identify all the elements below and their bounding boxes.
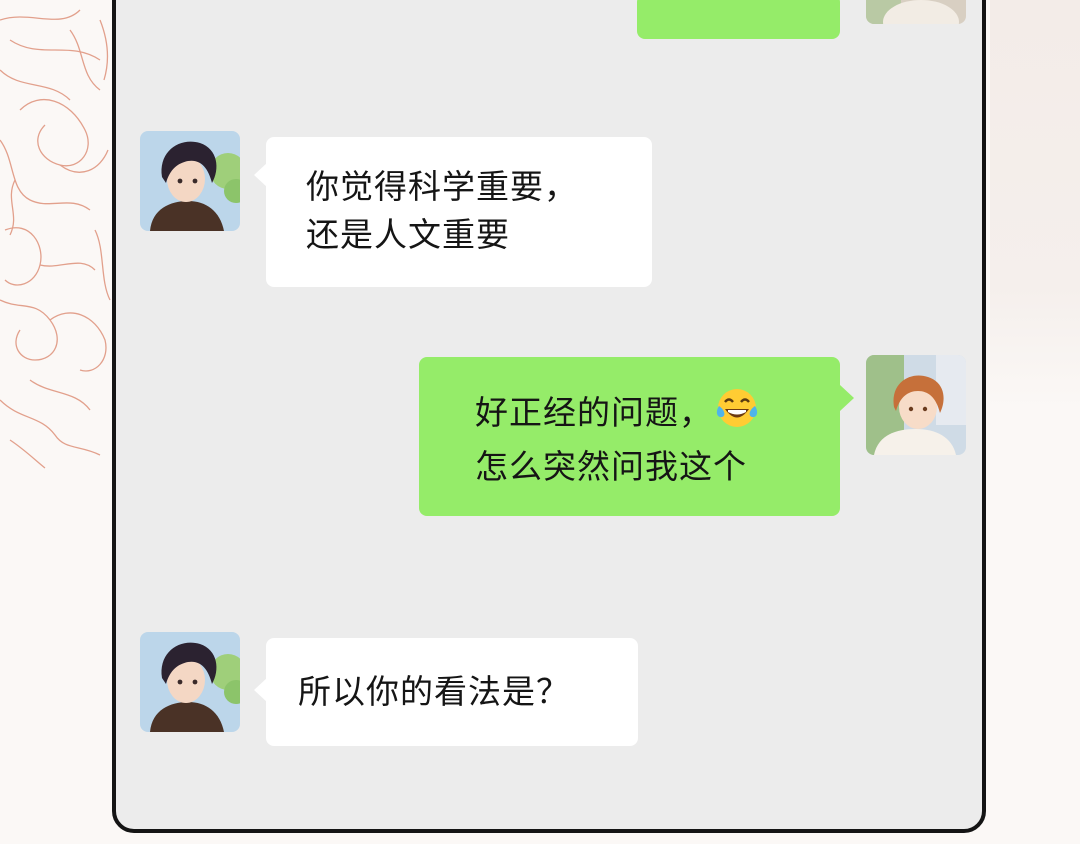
message-text-line: 你觉得科学重要， bbox=[306, 167, 578, 206]
bubble-tail bbox=[840, 385, 854, 411]
comic-panel: 你觉得科学重要， 还是人文重要 好正经的问题， 怎么突然问我这个 所以你的看法是… bbox=[0, 0, 1080, 844]
message-text-line: 怎么突然问我这个 bbox=[475, 447, 747, 486]
message-text-line: 还是人文重要 bbox=[306, 215, 510, 254]
tears-of-joy-emoji-icon bbox=[715, 386, 759, 443]
message-bubble-incoming[interactable]: 所以你的看法是？ bbox=[266, 638, 638, 746]
background-tint bbox=[990, 0, 1080, 410]
message-bubble-outgoing[interactable]: 好正经的问题， 怎么突然问我这个 bbox=[419, 357, 840, 516]
boy-auburn-hair-avatar[interactable] bbox=[866, 0, 966, 24]
boy-auburn-hair-avatar[interactable] bbox=[866, 355, 966, 455]
chat-window: 你觉得科学重要， 还是人文重要 好正经的问题， 怎么突然问我这个 所以你的看法是… bbox=[112, 0, 986, 833]
floral-decoration bbox=[0, 9, 111, 469]
boy-dark-hair-avatar[interactable] bbox=[140, 632, 240, 732]
message-bubble-incoming[interactable]: 你觉得科学重要， 还是人文重要 bbox=[266, 137, 652, 287]
boy-dark-hair-avatar[interactable] bbox=[140, 131, 240, 231]
message-bubble-partial bbox=[637, 0, 840, 39]
message-text-line: 好正经的问题， bbox=[475, 393, 713, 432]
message-text-line: 所以你的看法是？ bbox=[298, 672, 570, 711]
